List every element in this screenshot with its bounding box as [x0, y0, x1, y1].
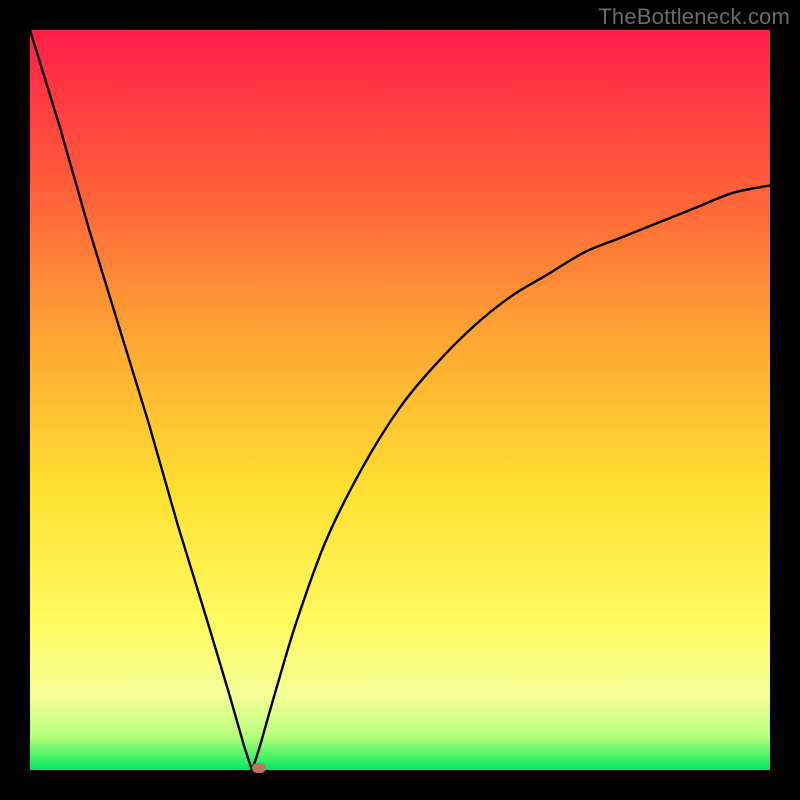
chart-svg	[30, 30, 770, 770]
minimum-marker	[252, 763, 266, 773]
chart-frame: TheBottleneck.com	[0, 0, 800, 800]
plot-area	[30, 30, 770, 770]
watermark-text: TheBottleneck.com	[598, 4, 790, 30]
